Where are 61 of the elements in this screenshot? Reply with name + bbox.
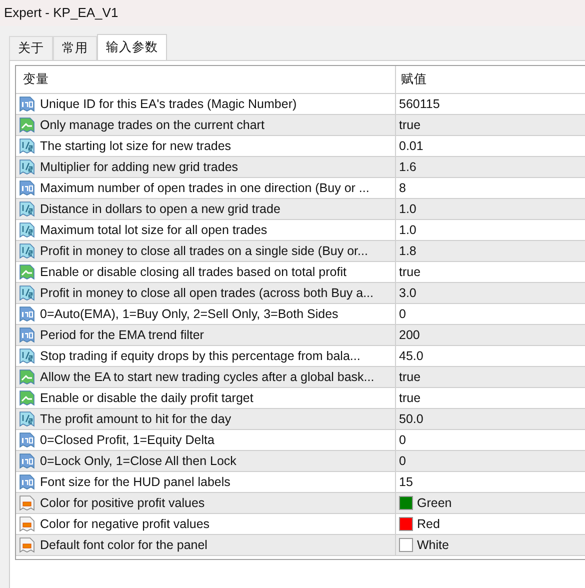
parameter-value[interactable]: true	[399, 388, 421, 408]
parameter-value[interactable]: true	[399, 368, 421, 386]
parameter-name: Enable or disable the daily profit target	[40, 390, 254, 407]
parameter-value[interactable]: 1.0	[399, 200, 416, 218]
parameter-name: Default font color for the panel	[40, 536, 208, 554]
parameter-value[interactable]: 1.0	[399, 220, 416, 240]
parameter-value[interactable]: true	[399, 116, 421, 134]
parameter-name: Period for the EMA trend filter	[40, 326, 204, 344]
parameter-value[interactable]: 1.6	[399, 158, 416, 176]
parameter-value[interactable]: true	[399, 262, 421, 282]
parameter-value[interactable]: White	[417, 536, 449, 554]
tab[interactable]: 输入参数	[97, 34, 167, 60]
parameter-name: Profit in money to close all trades on a single side (Buy or...	[40, 242, 368, 260]
fraction-type-icon	[19, 411, 35, 427]
fraction-type-icon	[19, 348, 35, 364]
parameter-value[interactable]: 560115	[399, 94, 440, 114]
parameter-name: 0=Auto(EMA), 1=Buy Only, 2=Sell Only, 3=Both Sides	[40, 306, 338, 323]
parameter-name: 0=Closed Profit, 1=Equity Delta	[40, 432, 214, 449]
parameter-name: Profit in money to close all open trades (across both Buy a...	[40, 284, 374, 302]
parameter-value[interactable]: Red	[417, 514, 440, 534]
parameter-name: Color for positive profit values	[40, 494, 205, 512]
parameter-value[interactable]: 0.01	[399, 136, 424, 156]
column-header[interactable]: 变量	[16, 66, 395, 93]
parameter-value[interactable]: 50.0	[399, 410, 424, 428]
toggle-type-icon	[19, 117, 35, 133]
integer-type-icon	[19, 327, 35, 343]
parameter-value[interactable]: 0	[399, 430, 406, 450]
toggle-type-icon	[19, 369, 35, 385]
parameter-name: Distance in dollars to open a new grid trade	[40, 200, 280, 218]
parameter-name: 0=Lock Only, 1=Close All then Lock	[40, 452, 236, 470]
fraction-type-icon	[19, 243, 35, 259]
fraction-type-icon	[19, 138, 35, 154]
parameter-name: Maximum total lot size for all open trades	[40, 222, 268, 239]
parameter-value[interactable]: 200	[399, 326, 420, 344]
parameter-name: Maximum number of open trades in one direction (Buy or ...	[40, 180, 370, 197]
parameter-name: Only manage trades on the current chart	[40, 116, 264, 134]
tab[interactable]: 常用	[53, 36, 97, 60]
window-title: Expert - KP_EA_V1	[0, 0, 585, 26]
parameter-name: Allow the EA to start new trading cycles after a global bask...	[40, 368, 374, 386]
fraction-type-icon	[19, 201, 35, 217]
parameter-name: Color for negative profit values	[40, 516, 210, 533]
parameter-value[interactable]: 15	[399, 472, 413, 492]
parameter-value[interactable]: 45.0	[399, 346, 424, 366]
parameter-name: Unique ID for this EA's trades (Magic Number)	[40, 96, 297, 113]
parameter-name: The profit amount to hit for the day	[40, 410, 232, 428]
fraction-type-icon	[19, 222, 35, 238]
parameter-name: Stop trading if equity drops by this percentage from bala...	[40, 348, 360, 365]
parameter-name: Enable or disable closing all trades based on total profit	[40, 264, 346, 281]
tab[interactable]: 关于	[9, 36, 53, 60]
fraction-type-icon	[19, 285, 35, 301]
parameter-value[interactable]: 8	[399, 178, 406, 198]
parameter-name: Multiplier for adding new grid trades	[40, 158, 238, 176]
parameter-value[interactable]: 3.0	[399, 284, 416, 302]
parameter-value[interactable]: 1.8	[399, 242, 416, 260]
parameter-value[interactable]: Green	[417, 494, 452, 512]
integer-type-icon	[19, 453, 35, 469]
parameter-value[interactable]: 0	[399, 304, 406, 324]
fraction-type-icon	[19, 159, 35, 175]
parameter-name: Font size for the HUD panel labels	[40, 474, 230, 491]
parameter-name: The starting lot size for new trades	[40, 138, 232, 155]
parameter-value[interactable]: 0	[399, 452, 406, 470]
